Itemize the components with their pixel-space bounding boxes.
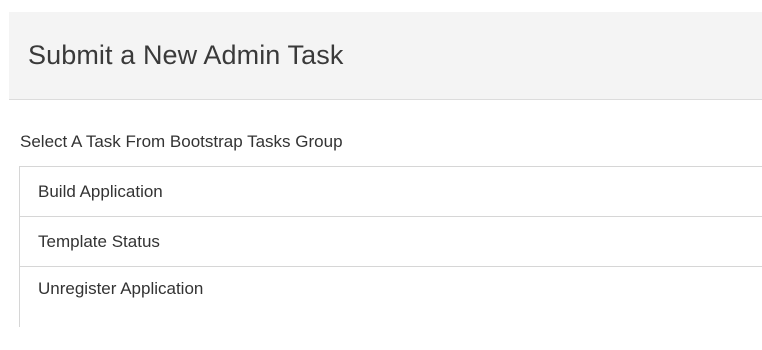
task-item-build-application[interactable]: Build Application: [20, 167, 762, 217]
task-item-label: Build Application: [38, 181, 163, 201]
panel-header: Submit a New Admin Task: [9, 12, 762, 100]
task-item-label: Unregister Application: [38, 279, 204, 298]
task-item-template-status[interactable]: Template Status: [20, 217, 762, 267]
task-group-label: Select A Task From Bootstrap Tasks Group: [20, 132, 343, 151]
task-item-label: Template Status: [38, 231, 160, 251]
page-title: Submit a New Admin Task: [28, 40, 344, 70]
task-item-unregister-application[interactable]: Unregister Application: [20, 267, 762, 327]
task-list: Build Application Template Status Unregi…: [19, 166, 762, 327]
admin-task-panel: Submit a New Admin Task Select A Task Fr…: [9, 12, 762, 350]
